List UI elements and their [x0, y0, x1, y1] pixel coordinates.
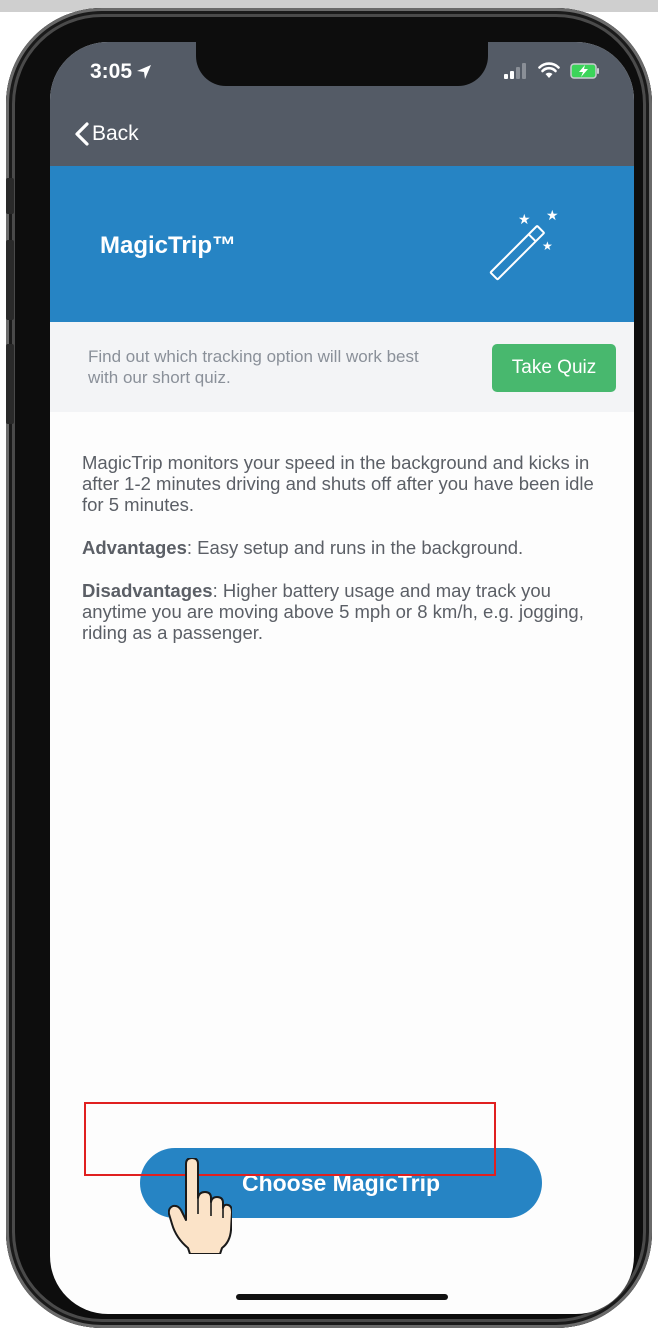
mute-switch — [6, 178, 14, 214]
back-label: Back — [92, 122, 139, 145]
status-icons — [504, 62, 600, 79]
quiz-prompt-text: Find out which tracking option will work… — [88, 347, 419, 387]
disadvantages-label: Disadvantages — [82, 580, 213, 601]
take-quiz-button[interactable]: Take Quiz — [492, 344, 616, 392]
volume-up-button — [6, 240, 14, 320]
advantages-paragraph: Advantages: Easy setup and runs in the b… — [82, 537, 602, 558]
volume-down-button — [6, 344, 14, 424]
signal-icon — [504, 62, 526, 79]
description: MagicTrip monitors your speed in the bac… — [82, 452, 602, 665]
quiz-prompt: Find out which tracking option will work… — [50, 322, 634, 412]
svg-text:★: ★ — [518, 212, 531, 228]
status-and-nav-bar: 3:05 Back — [50, 42, 634, 166]
home-indicator[interactable] — [236, 1294, 448, 1300]
advantages-text: : Easy setup and runs in the background. — [186, 537, 524, 558]
status-time: 3:05 — [90, 60, 152, 84]
back-button[interactable]: Back — [74, 122, 139, 146]
svg-text:★: ★ — [546, 210, 559, 224]
description-intro: MagicTrip monitors your speed in the bac… — [82, 452, 594, 515]
chevron-left-icon — [75, 122, 89, 146]
disadvantages-paragraph: Disadvantages: Higher battery usage and … — [82, 580, 602, 643]
status-time-text: 3:05 — [90, 60, 133, 83]
highlight-box — [84, 1102, 496, 1176]
hero-title: MagicTrip™ — [100, 232, 237, 259]
advantages-label: Advantages — [82, 537, 187, 558]
battery-charging-icon — [570, 62, 599, 79]
pointing-hand-icon — [168, 1158, 232, 1254]
magic-wand-icon: ★ ★ ★ — [489, 210, 559, 281]
hero-banner: MagicTrip™ ★ ★ ★ — [50, 166, 634, 322]
location-arrow-icon — [137, 65, 152, 79]
wifi-icon — [538, 62, 560, 78]
notch — [196, 42, 488, 86]
svg-text:★: ★ — [542, 239, 553, 253]
